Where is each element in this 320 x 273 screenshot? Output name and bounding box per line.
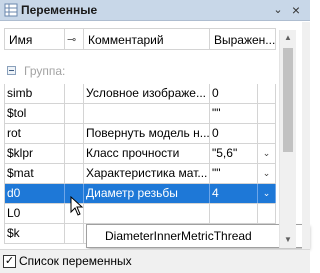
panel-edge xyxy=(302,22,310,273)
scroll-up-icon[interactable]: ▲ xyxy=(280,30,296,46)
dropdown-chevron-icon xyxy=(258,204,276,223)
cell-link[interactable] xyxy=(65,104,84,123)
cell-expression[interactable]: 4 xyxy=(210,184,258,203)
dropdown-chevron-icon[interactable]: ⌄ xyxy=(258,164,276,183)
cell-name[interactable]: $tol xyxy=(4,104,65,123)
cell-expression[interactable]: 0 xyxy=(210,124,258,143)
dropdown-chevron-icon[interactable]: ⌄ xyxy=(258,184,276,203)
cell-expression[interactable]: 0 xyxy=(210,84,258,103)
dropdown-chevron-icon xyxy=(258,84,276,103)
table-row[interactable]: $klpr Класс прочности "5,6" ⌄ xyxy=(4,144,276,164)
panel-footer: ✓ Список переменных xyxy=(0,249,310,273)
scroll-down-icon[interactable]: ▼ xyxy=(280,232,296,248)
cell-link[interactable] xyxy=(65,164,84,183)
cell-name[interactable]: rot xyxy=(4,124,65,143)
cell-comment[interactable]: Повернуть модель н... xyxy=(84,124,210,143)
group-label: Группа: xyxy=(24,64,66,78)
cell-expression[interactable]: "" xyxy=(210,104,258,123)
group-row[interactable]: Группа: xyxy=(4,62,276,80)
cell-name[interactable]: L0 xyxy=(4,204,65,223)
panel-titlebar: Переменные ⌄ × xyxy=(0,0,310,21)
cell-link[interactable] xyxy=(65,144,84,163)
table-row[interactable]: rot Повернуть модель н... 0 xyxy=(4,124,276,144)
cell-comment[interactable]: Диаметр резьбы xyxy=(84,184,210,203)
variables-grid: Имя ⊸ Комментарий Выражен... Группа: sim… xyxy=(0,22,310,248)
cell-name[interactable]: $mat xyxy=(4,164,65,183)
variables-list-label[interactable]: Список переменных xyxy=(19,254,132,268)
mouse-cursor-icon xyxy=(70,196,84,216)
cell-expression[interactable] xyxy=(210,204,258,223)
cell-comment[interactable]: Класс прочности xyxy=(84,144,210,163)
tooltip: DiameterInnerMetricThread xyxy=(86,224,308,248)
cell-comment[interactable]: Характеристика мат... xyxy=(84,164,210,183)
table-row[interactable]: L0 xyxy=(4,204,276,224)
cell-comment[interactable]: Условное изображе... xyxy=(84,84,210,103)
cell-link[interactable] xyxy=(65,84,84,103)
variables-icon xyxy=(4,3,18,17)
close-icon[interactable]: × xyxy=(288,2,304,18)
variables-list-checkbox[interactable]: ✓ xyxy=(3,255,16,268)
dropdown-chevron-icon xyxy=(258,124,276,143)
cell-link[interactable] xyxy=(65,124,84,143)
table-row[interactable]: simb Условное изображе... 0 xyxy=(4,84,276,104)
collapse-icon[interactable] xyxy=(7,66,16,75)
vertical-scrollbar[interactable]: ▲ ▼ xyxy=(279,30,296,248)
table-row[interactable]: d0 Диаметр резьбы 4 ⌄ xyxy=(4,184,276,204)
panel-title: Переменные xyxy=(21,3,98,17)
cell-link[interactable] xyxy=(65,224,84,243)
cell-expression[interactable]: "" xyxy=(210,164,258,183)
table-row[interactable]: $tol "" xyxy=(4,104,276,124)
dropdown-chevron-icon xyxy=(258,104,276,123)
pin-icon[interactable]: ⌄ xyxy=(270,2,286,18)
table-row[interactable]: $mat Характеристика мат... "" ⌄ xyxy=(4,164,276,184)
cell-name[interactable]: $klpr xyxy=(4,144,65,163)
cell-comment[interactable] xyxy=(84,204,210,223)
scroll-thumb[interactable] xyxy=(283,48,293,152)
column-header-expression[interactable]: Выражен... xyxy=(210,28,276,50)
cell-name[interactable]: $k xyxy=(4,224,65,243)
dropdown-chevron-icon[interactable]: ⌄ xyxy=(258,144,276,163)
column-header-link[interactable]: ⊸ xyxy=(65,28,84,50)
cell-name[interactable]: d0 xyxy=(4,184,65,203)
cell-expression[interactable]: "5,6" xyxy=(210,144,258,163)
cell-comment[interactable] xyxy=(84,104,210,123)
cell-name[interactable]: simb xyxy=(4,84,65,103)
column-header-name[interactable]: Имя xyxy=(4,28,65,50)
column-header-comment[interactable]: Комментарий xyxy=(84,28,210,50)
